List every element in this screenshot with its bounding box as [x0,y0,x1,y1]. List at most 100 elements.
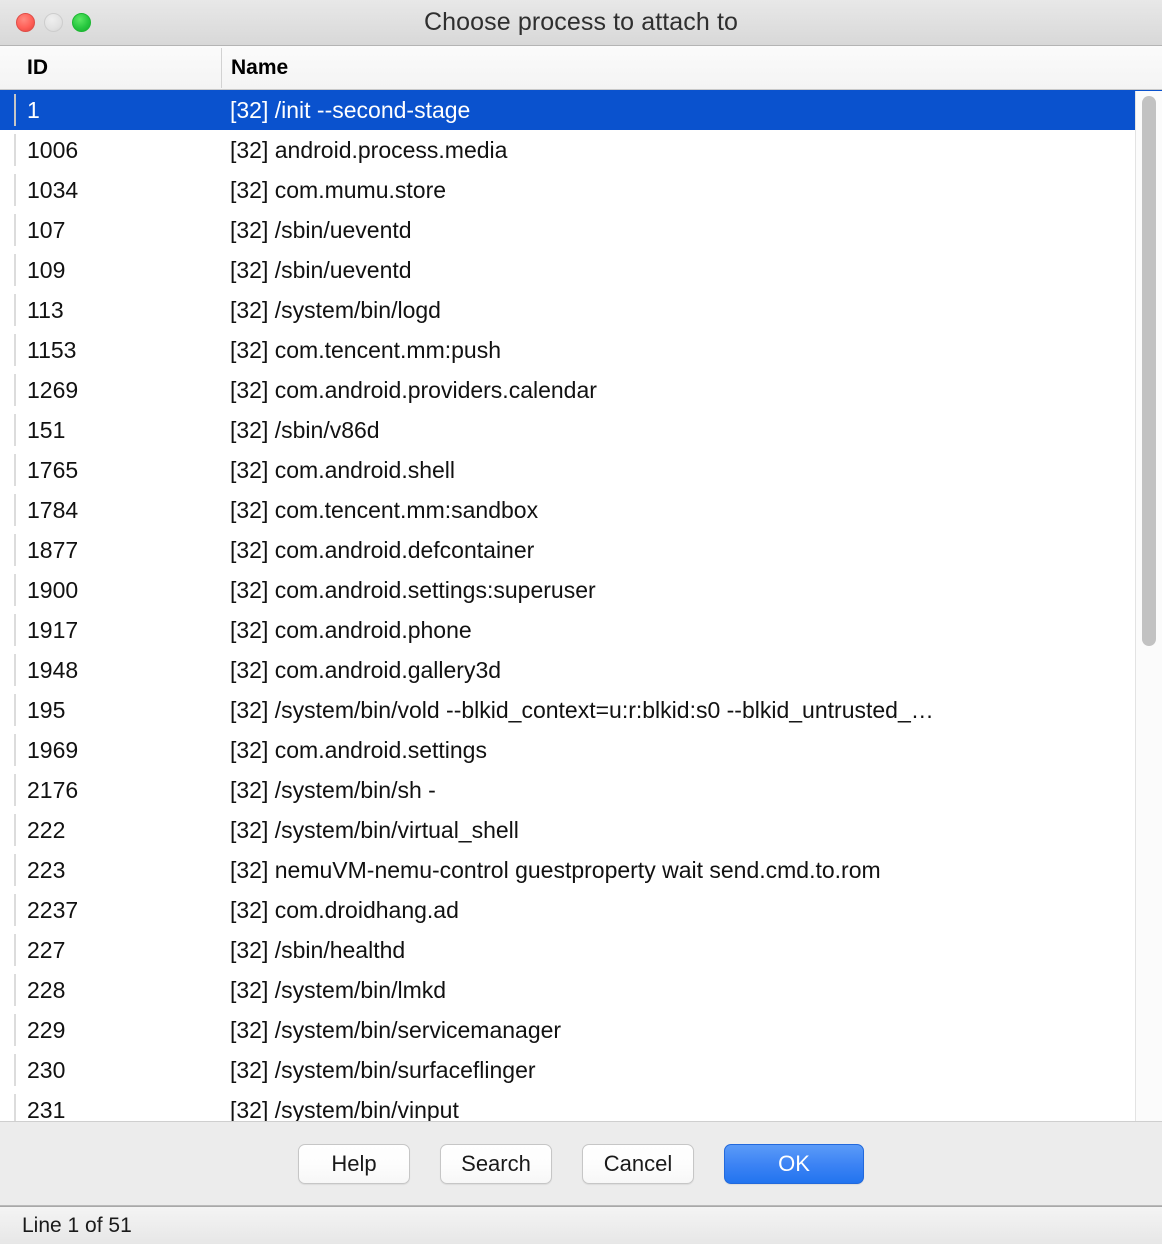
cell-process-name: [32] com.mumu.store [230,177,447,203]
table-row[interactable]: 1784 [32] com.tencent.mm:sandbox [0,490,1162,530]
process-list: 1 [32] /init --second-stage 1006 [32] andro… [0,90,1162,1121]
table-row[interactable]: 1948 [32] com.android.gallery3d [0,650,1162,690]
cell-process-name: [32] com.android.defcontainer [230,537,535,563]
table-row[interactable]: 1917 [32] com.android.phone [0,610,1162,650]
row-gutter-tick [14,534,16,566]
row-gutter-tick [14,694,16,726]
table-row[interactable]: 1877 [32] com.android.defcontainer [0,530,1162,570]
scrollbar-thumb[interactable] [1142,96,1156,646]
column-header-id[interactable]: ID [27,46,48,90]
cell-process-name: [32] /system/bin/lmkd [230,977,447,1003]
vertical-scrollbar[interactable] [1135,91,1162,1121]
minimize-button-icon[interactable] [44,13,63,32]
close-button-icon[interactable] [16,13,35,32]
cell-process-name: [32] android.process.media [230,137,508,163]
table-row[interactable]: 107 [32] /sbin/ueventd [0,210,1162,250]
table-row[interactable]: 231 [32] /system/bin/vinput [0,1090,1162,1121]
row-gutter-tick [14,774,16,806]
cell-process-name: [32] com.droidhang.ad [230,897,459,923]
status-line-count: Line 1 of 51 [22,1213,132,1237]
cell-process-name: [32] com.android.settings:superuser [230,577,596,603]
cell-process-id: 230 [27,1057,66,1083]
cell-process-id: 1034 [27,177,79,203]
row-gutter-tick [14,614,16,646]
row-gutter-tick [14,894,16,926]
cell-process-id: 223 [27,857,66,883]
cell-process-id: 1877 [27,537,79,563]
row-gutter-tick [14,814,16,846]
table-row[interactable]: 1969 [32] com.android.settings [0,730,1162,770]
table-row[interactable]: 223 [32] nemuVM-nemu-control guestpropert… [0,850,1162,890]
cell-process-name: [32] /sbin/ueventd [230,257,412,283]
cell-process-name: [32] com.android.settings [230,737,487,763]
row-gutter-tick [14,734,16,766]
table-row[interactable]: 1034 [32] com.mumu.store [0,170,1162,210]
cell-process-id: 1969 [27,737,79,763]
cell-process-name: [32] /system/bin/sh - [230,777,436,803]
cell-process-name: [32] com.tencent.mm:sandbox [230,497,539,523]
cell-process-id: 1784 [27,497,79,523]
table-row[interactable]: 1765 [32] com.android.shell [0,450,1162,490]
cell-process-id: 1948 [27,657,79,683]
search-button[interactable]: Search [440,1143,552,1184]
row-gutter-tick [14,254,16,286]
cell-process-id: 231 [27,1097,66,1121]
cell-process-name: [32] /system/bin/virtual_shell [230,817,519,843]
table-row[interactable]: 1006 [32] android.process.media [0,130,1162,170]
cell-process-name: [32] /sbin/v86d [230,417,380,443]
dialog-button-bar: Help Search Cancel OK [0,1122,1162,1206]
process-list-area: ID Name 1 [32] /init --second-stage 1006 [3… [0,46,1162,1122]
table-row[interactable]: 1 [32] /init --second-stage [0,90,1162,130]
row-gutter-tick [14,174,16,206]
table-row[interactable]: 1153 [32] com.tencent.mm:push [0,330,1162,370]
cell-process-name: [32] /system/bin/servicemanager [230,1017,562,1043]
choose-process-dialog: Choose process to attach to ID Name 1 [32… [0,0,1162,1244]
row-gutter-tick [14,454,16,486]
process-list-viewport: 1 [32] /init --second-stage 1006 [32] andro… [0,90,1162,1121]
row-gutter-tick [14,134,16,166]
cancel-button[interactable]: Cancel [582,1143,694,1184]
row-gutter-tick [14,574,16,606]
table-row[interactable]: 195 [32] /system/bin/vold --blkid_context… [0,690,1162,730]
maximize-button-icon[interactable] [72,13,91,32]
cell-process-name: [32] com.android.providers.calendar [230,377,597,403]
row-gutter-tick [14,214,16,246]
cell-process-id: 1006 [27,137,79,163]
cell-process-name: [32] /sbin/ueventd [230,217,412,243]
help-button[interactable]: Help [298,1143,410,1184]
table-row[interactable]: 227 [32] /sbin/healthd [0,930,1162,970]
window-controls [16,0,91,45]
cell-process-name: [32] /system/bin/vinput [230,1097,459,1121]
table-row[interactable]: 109 [32] /sbin/ueventd [0,250,1162,290]
row-gutter-tick [14,854,16,886]
table-row[interactable]: 1900 [32] com.android.settings:superuser [0,570,1162,610]
cell-process-name: [32] /system/bin/logd [230,297,441,323]
cell-process-id: 2176 [27,777,79,803]
table-row[interactable]: 113 [32] /system/bin/logd [0,290,1162,330]
cell-process-name: [32] /sbin/healthd [230,937,406,963]
status-bar: Line 1 of 51 [0,1206,1162,1244]
row-gutter-tick [14,414,16,446]
ok-button[interactable]: OK [724,1143,864,1184]
table-row[interactable]: 1269 [32] com.android.providers.calendar [0,370,1162,410]
cell-process-name: [32] nemuVM-nemu-control guestproperty w… [230,857,881,883]
column-header-name[interactable]: Name [221,48,288,88]
cell-process-name: [32] /system/bin/surfaceflinger [230,1057,536,1083]
cell-process-name: [32] com.android.shell [230,457,456,483]
cell-process-name: [32] com.android.phone [230,617,472,643]
table-row[interactable]: 151 [32] /sbin/v86d [0,410,1162,450]
cell-process-id: 2237 [27,897,79,923]
row-gutter-tick [14,1054,16,1086]
table-row[interactable]: 230 [32] /system/bin/surfaceflinger [0,1050,1162,1090]
table-row[interactable]: 229 [32] /system/bin/servicemanager [0,1010,1162,1050]
table-row[interactable]: 228 [32] /system/bin/lmkd [0,970,1162,1010]
row-gutter-tick [14,974,16,1006]
cell-process-id: 229 [27,1017,66,1043]
cell-process-name: [32] /system/bin/vold --blkid_context=u:… [230,697,934,723]
table-row[interactable]: 2176 [32] /system/bin/sh - [0,770,1162,810]
window-titlebar: Choose process to attach to [0,0,1162,46]
cell-process-id: 222 [27,817,66,843]
row-gutter-tick [14,334,16,366]
table-row[interactable]: 222 [32] /system/bin/virtual_shell [0,810,1162,850]
table-row[interactable]: 2237 [32] com.droidhang.ad [0,890,1162,930]
